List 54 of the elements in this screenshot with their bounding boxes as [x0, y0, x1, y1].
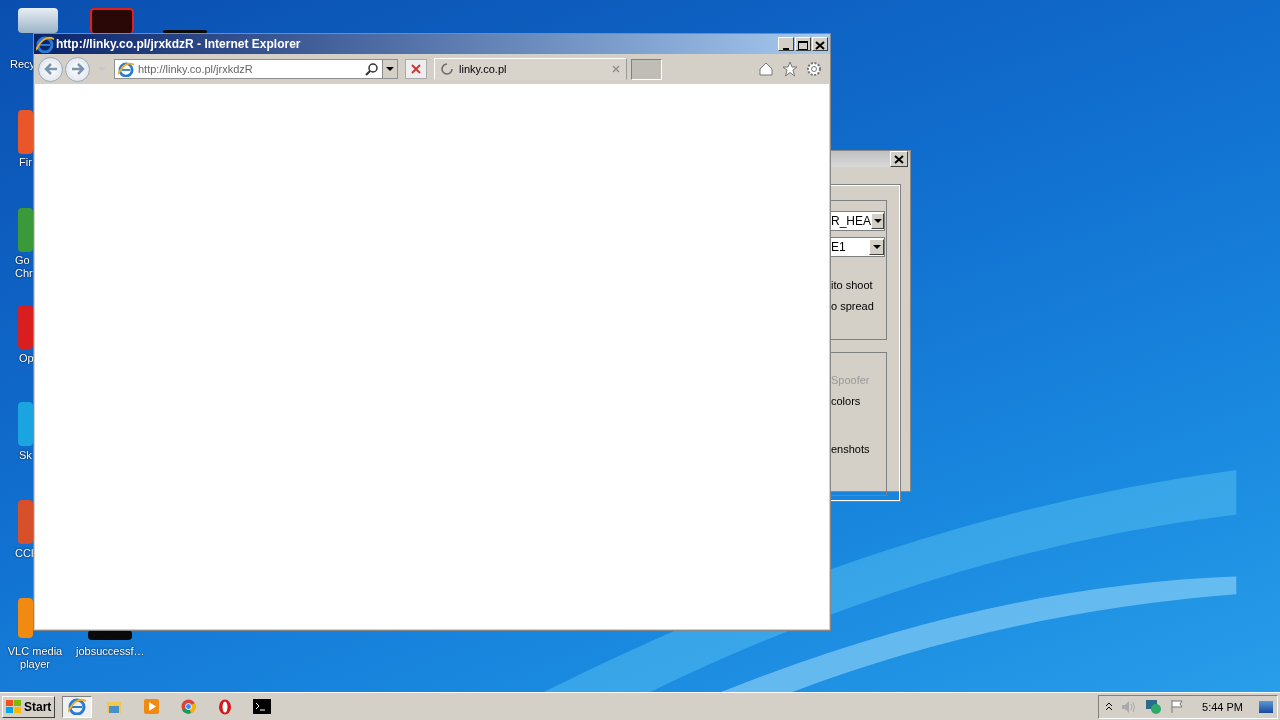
browser-logo-icon [36, 35, 54, 53]
loading-icon [441, 63, 453, 75]
window-title: http://linky.co.pl/jrxkdzR - Internet Explorer [56, 37, 302, 51]
folder-icon [106, 699, 123, 714]
icon-label: Op [19, 352, 35, 365]
caret-icon [871, 213, 884, 229]
close-button[interactable] [812, 37, 828, 51]
browser-logo-icon [68, 698, 87, 715]
browser-tab[interactable]: linky.co.pl [434, 58, 627, 80]
maximize-icon [798, 41, 808, 50]
chevron-icon[interactable] [1105, 702, 1114, 711]
option-label: o spread [831, 300, 875, 312]
caret-icon [869, 239, 884, 255]
settings-icon[interactable] [806, 61, 822, 77]
icon-label: VLC media player [6, 645, 64, 671]
caret-icon [386, 66, 394, 72]
dropdown[interactable]: R_HEA [831, 211, 885, 231]
clock[interactable]: 5:44 PM [1202, 700, 1243, 713]
windows-logo-icon [6, 699, 22, 714]
option-label: ito shoot [831, 279, 874, 291]
search-icon[interactable] [365, 62, 378, 76]
minimize-button[interactable] [778, 37, 794, 51]
icon-label: CCl [15, 547, 35, 560]
option-label: Spoofer [831, 374, 871, 386]
star-icon[interactable] [782, 61, 798, 77]
terminal-icon [253, 699, 272, 714]
maximize-button[interactable] [795, 37, 811, 51]
forward-arrow-icon [70, 63, 85, 75]
address-field[interactable]: http://linky.co.pl/jrxkdzR [114, 59, 398, 79]
close-icon[interactable] [612, 65, 620, 73]
show-desktop-button[interactable] [1259, 700, 1273, 713]
back-arrow-icon [43, 63, 58, 75]
page-icon [118, 61, 134, 77]
option-label: colors [831, 395, 862, 407]
forward-button[interactable] [65, 56, 90, 82]
stop-button[interactable] [405, 59, 427, 79]
network-icon[interactable] [1145, 698, 1163, 715]
icon-label: Fir [19, 156, 33, 169]
flag-icon[interactable] [1170, 699, 1185, 714]
close-icon [815, 41, 825, 50]
close-icon [411, 64, 421, 74]
option-label: enshots [831, 443, 871, 455]
dropdown-button[interactable] [382, 60, 397, 78]
back-button[interactable] [38, 56, 63, 82]
icon-label: Go Chr [15, 254, 34, 280]
play-icon [143, 699, 159, 714]
icon-label: jobsuccessf… [76, 645, 144, 658]
home-icon[interactable] [758, 61, 774, 77]
dropdown[interactable]: E1 [831, 237, 885, 257]
close-icon [894, 154, 904, 164]
start-button[interactable]: Start [2, 695, 56, 718]
close-button[interactable] [890, 151, 908, 167]
new-tab-button[interactable] [631, 58, 662, 80]
icon-label: Sk [19, 449, 33, 462]
